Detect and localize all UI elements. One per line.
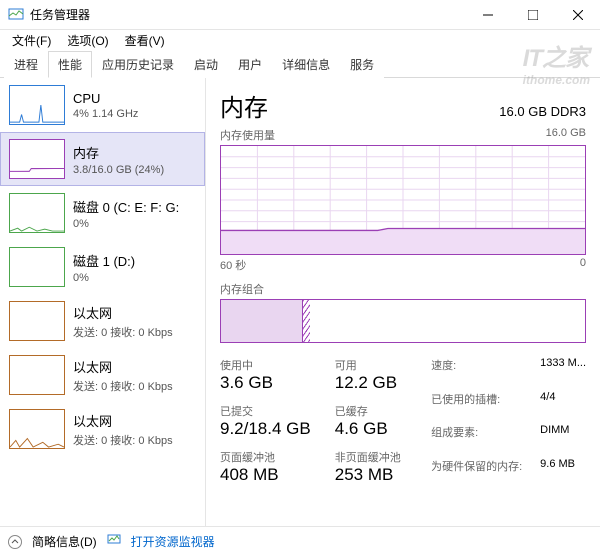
stat-label: 页面缓冲池 (220, 449, 311, 465)
x-right: 0 (580, 257, 586, 273)
stat-label: 使用中 (220, 357, 311, 373)
cpu-thumb-icon (9, 85, 65, 125)
stat-slots: 4/4 (540, 391, 586, 419)
detail-title: 内存 (220, 88, 268, 123)
app-icon (8, 7, 24, 23)
titlebar: 任务管理器 (0, 0, 600, 30)
stat-form: DIMM (540, 424, 586, 452)
stat-label: 已使用的插槽: (431, 391, 522, 419)
sidebar-item-label: 以太网 (73, 411, 173, 430)
open-resource-monitor-link[interactable]: 打开资源监视器 (131, 533, 215, 550)
menubar: 文件(F) 选项(O) 查看(V) (0, 30, 600, 50)
tab-app-history[interactable]: 应用历史记录 (92, 51, 184, 78)
stat-paged: 408 MB (220, 465, 311, 485)
sidebar-item-disk1[interactable]: 磁盘 1 (D:) 0% (0, 240, 205, 294)
sidebar-item-sub: 0% (73, 218, 179, 230)
menu-options[interactable]: 选项(O) (61, 30, 114, 51)
usage-max: 16.0 GB (546, 127, 586, 143)
memory-thumb-icon (9, 139, 65, 179)
sidebar-item-label: 以太网 (73, 303, 173, 322)
composition-label: 内存组合 (220, 281, 586, 297)
tabs: 进程 性能 应用历史记录 启动 用户 详细信息 服务 (0, 50, 600, 78)
network-thumb-icon (9, 301, 65, 341)
stat-label: 可用 (335, 357, 401, 373)
sidebar-item-ethernet[interactable]: 以太网发送: 0 接收: 0 Kbps (0, 402, 205, 456)
sidebar-item-sub: 4% 1.14 GHz (73, 108, 138, 120)
sidebar-item-sub: 3.8/16.0 GB (24%) (73, 164, 164, 176)
close-button[interactable] (555, 0, 600, 30)
network-thumb-icon (9, 355, 65, 395)
memory-usage-chart (220, 145, 586, 255)
stat-in-use: 3.6 GB (220, 373, 311, 393)
tab-startup[interactable]: 启动 (184, 51, 228, 78)
stat-label: 非页面缓冲池 (335, 449, 401, 465)
disk-thumb-icon (9, 193, 65, 233)
stat-label: 已提交 (220, 403, 311, 419)
tab-details[interactable]: 详细信息 (272, 51, 340, 78)
detail-pane: 内存 16.0 GB DDR3 内存使用量16.0 GB 60 秒0 内存组合 … (206, 78, 600, 526)
sidebar-item-cpu[interactable]: CPU 4% 1.14 GHz (0, 78, 205, 132)
stat-label: 组成要素: (431, 424, 522, 452)
sidebar-item-label: 以太网 (73, 357, 173, 376)
chevron-up-icon[interactable] (8, 535, 22, 549)
sidebar-item-sub: 发送: 0 接收: 0 Kbps (73, 432, 173, 448)
maximize-button[interactable] (510, 0, 555, 30)
sidebar-item-ethernet[interactable]: 以太网发送: 0 接收: 0 Kbps (0, 348, 205, 402)
stat-nonpaged: 253 MB (335, 465, 401, 485)
x-left: 60 秒 (220, 257, 246, 273)
sidebar-item-label: CPU (73, 91, 138, 106)
window-title: 任务管理器 (30, 6, 465, 23)
fewer-details-link[interactable]: 简略信息(D) (32, 533, 97, 550)
detail-capacity: 16.0 GB DDR3 (499, 104, 586, 119)
disk-thumb-icon (9, 247, 65, 287)
tab-performance[interactable]: 性能 (48, 51, 92, 78)
sidebar-item-label: 内存 (73, 143, 164, 162)
usage-label: 内存使用量 (220, 127, 275, 143)
sidebar-item-ethernet[interactable]: 以太网发送: 0 接收: 0 Kbps (0, 294, 205, 348)
stat-available: 12.2 GB (335, 373, 401, 393)
tab-services[interactable]: 服务 (340, 51, 384, 78)
sidebar-item-disk0[interactable]: 磁盘 0 (C: E: F: G: 0% (0, 186, 205, 240)
sidebar-item-sub: 0% (73, 272, 135, 284)
stat-cached: 4.6 GB (335, 419, 401, 439)
stat-hwreserved: 9.6 MB (540, 458, 586, 486)
memory-composition-chart (220, 299, 586, 343)
menu-file[interactable]: 文件(F) (6, 30, 57, 51)
stat-committed: 9.2/18.4 GB (220, 419, 311, 439)
stat-label: 为硬件保留的内存: (431, 458, 522, 486)
sidebar-item-memory[interactable]: 内存 3.8/16.0 GB (24%) (0, 132, 205, 186)
menu-view[interactable]: 查看(V) (119, 30, 171, 51)
sidebar-item-sub: 发送: 0 接收: 0 Kbps (73, 324, 173, 340)
sidebar-item-label: 磁盘 0 (C: E: F: G: (73, 197, 179, 216)
minimize-button[interactable] (465, 0, 510, 30)
tab-users[interactable]: 用户 (228, 51, 272, 78)
sidebar[interactable]: CPU 4% 1.14 GHz 内存 3.8/16.0 GB (24%) 磁盘 0 … (0, 78, 206, 526)
sidebar-item-sub: 发送: 0 接收: 0 Kbps (73, 378, 173, 394)
stat-label: 速度: (431, 357, 522, 385)
stat-speed: 1333 M... (540, 357, 586, 385)
network-thumb-icon (9, 409, 65, 449)
monitor-icon (107, 533, 121, 550)
sidebar-item-label: 磁盘 1 (D:) (73, 251, 135, 270)
tab-processes[interactable]: 进程 (4, 51, 48, 78)
stat-label: 已缓存 (335, 403, 401, 419)
